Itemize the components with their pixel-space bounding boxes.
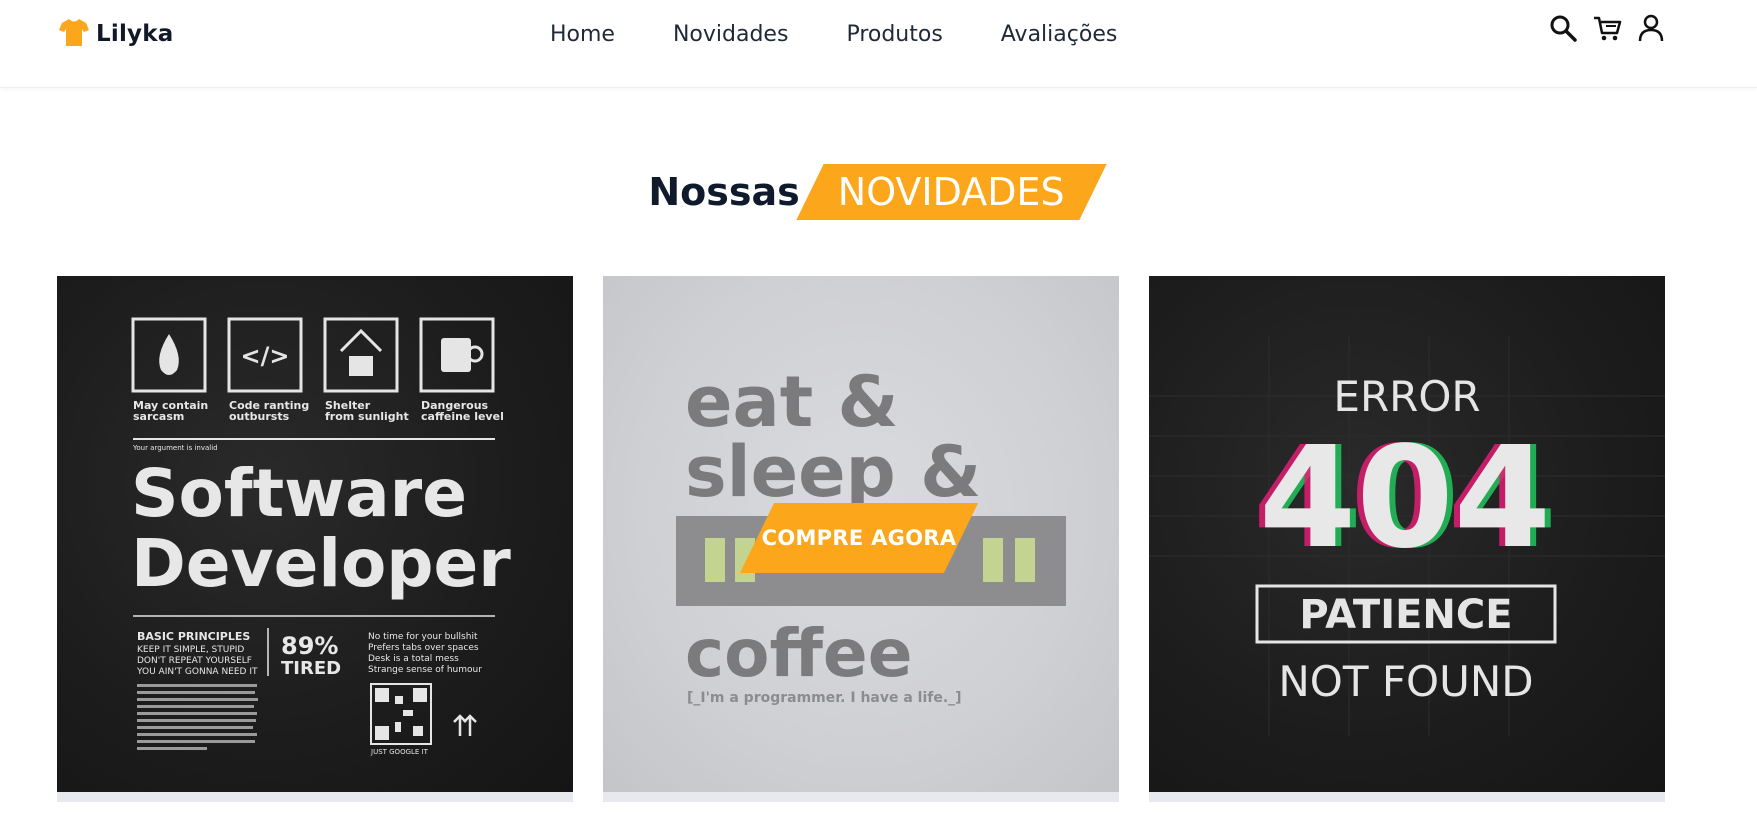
logo[interactable]: Lilyka (58, 18, 173, 50)
svg-text:caffeine level: caffeine level (421, 410, 504, 423)
nav-produtos[interactable]: Produtos (846, 22, 942, 47)
tshirt-icon (58, 16, 90, 52)
buy-now-button[interactable]: COMPRE AGORA (739, 503, 979, 573)
cart-icon[interactable] (1592, 12, 1622, 44)
nav-home[interactable]: Home (550, 22, 615, 47)
svg-text:outbursts: outbursts (229, 410, 290, 423)
logo-text: Lilyka (96, 21, 174, 47)
print-small-line: Your argument is invalid (132, 444, 218, 452)
product-grid: </> May contain sarcasm Code ranting out… (57, 276, 1665, 802)
product-card[interactable]: ERROR 404 404 404 PATIENCE NOT FOUND (1149, 276, 1665, 802)
search-icon[interactable] (1548, 12, 1578, 44)
svg-text:sleep &: sleep & (685, 431, 981, 513)
svg-text:PATIENCE: PATIENCE (1299, 592, 1512, 638)
svg-text:from sunlight: from sunlight (325, 410, 409, 423)
print-headline-1: Software (131, 455, 467, 532)
section-title-plain: Nossas (648, 170, 800, 214)
svg-text:coffee: coffee (685, 615, 912, 692)
svg-text:DON'T REPEAT YOURSELF: DON'T REPEAT YOURSELF (137, 656, 252, 666)
main-nav: Home Novidades Produtos Avaliações (550, 18, 1117, 50)
svg-text:Prefers tabs over spaces: Prefers tabs over spaces (368, 643, 479, 653)
svg-text:KEEP IT SIMPLE, STUPID: KEEP IT SIMPLE, STUPID (137, 645, 244, 655)
nav-avaliacoes[interactable]: Avaliações (1001, 22, 1118, 47)
svg-text:404: 404 (1259, 417, 1551, 580)
svg-text:Desk is a total mess: Desk is a total mess (368, 654, 459, 664)
svg-text:Strange sense of humour: Strange sense of humour (368, 665, 482, 675)
nav-novidades[interactable]: Novidades (673, 22, 788, 47)
svg-text:</>: </> (241, 342, 290, 370)
product-card[interactable]: </> May contain sarcasm Code ranting out… (57, 276, 573, 802)
site-header: Lilyka Home Novidades Produtos Avaliaçõe… (0, 0, 1757, 88)
svg-text:NOT FOUND: NOT FOUND (1278, 657, 1533, 706)
svg-text:YOU AIN'T GONNA NEED IT: YOU AIN'T GONNA NEED IT (136, 667, 258, 677)
svg-text:sarcasm: sarcasm (133, 410, 184, 423)
section-title: Nossas NOVIDADES (0, 154, 1757, 230)
svg-text:JUST GOOGLE IT: JUST GOOGLE IT (370, 748, 429, 756)
product-image[interactable]: </> May contain sarcasm Code ranting out… (57, 276, 573, 792)
section-title-highlight: NOVIDADES (810, 164, 1093, 220)
svg-text:BASIC PRINCIPLES: BASIC PRINCIPLES (137, 630, 250, 643)
product-card[interactable]: eat & sleep & coffee [_I'm a programmer.… (603, 276, 1119, 802)
product-image[interactable]: eat & sleep & coffee [_I'm a programmer.… (603, 276, 1119, 792)
header-actions (1548, 12, 1666, 44)
print-headline-2: Developer (131, 525, 511, 602)
user-icon[interactable] (1636, 12, 1666, 44)
svg-text:No time for your bullshit: No time for your bullshit (368, 632, 478, 642)
product-image[interactable]: ERROR 404 404 404 PATIENCE NOT FOUND (1149, 276, 1665, 792)
svg-text:TIRED: TIRED (281, 658, 341, 679)
svg-text:ERROR: ERROR (1333, 372, 1480, 421)
svg-text:[_I'm a programmer. I have a l: [_I'm a programmer. I have a life._] (687, 690, 962, 706)
svg-text:89%: 89% (281, 632, 338, 660)
